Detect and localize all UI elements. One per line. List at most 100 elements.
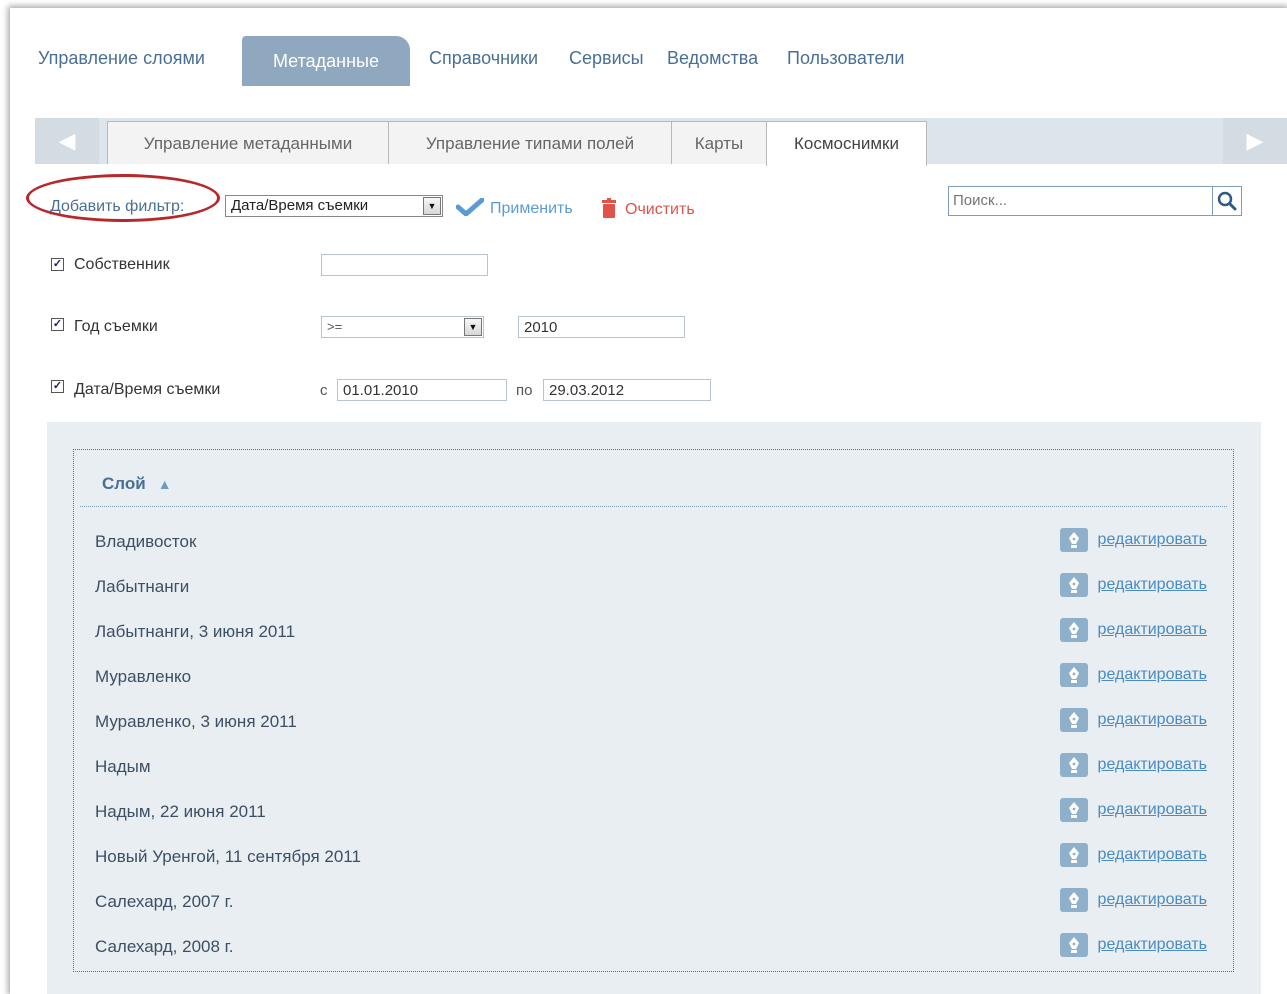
table-row: Новый Уренгой, 11 сентября 2011 редактиро… [74, 843, 1233, 892]
layer-name: Лабытнанги, 3 июня 2011 [95, 622, 296, 641]
pen-nib-icon [1059, 843, 1088, 867]
highlight-ellipse [26, 174, 220, 222]
pen-nib-icon [1059, 753, 1088, 777]
pen-nib-icon [1059, 888, 1088, 912]
edit-link[interactable]: редактировать [1098, 576, 1207, 594]
tab-metadata-management[interactable]: Управление метаданными [107, 121, 389, 164]
table-row: Надым, 22 июня 2011 редактировать [74, 798, 1233, 847]
year-checkbox[interactable]: ✓ [51, 318, 64, 331]
tab-maps[interactable]: Карты [671, 121, 767, 164]
column-header-label: Слой [102, 474, 146, 493]
year-operator-select[interactable]: >= ▼ [321, 316, 484, 338]
year-input[interactable] [518, 316, 685, 338]
pen-nib-icon [1059, 663, 1088, 687]
edit-button[interactable]: редактировать [1059, 888, 1207, 912]
app-window: Управление слоями Метаданные Справочники… [10, 8, 1287, 994]
layers-grid: Слой ▲ Владивосток редактировать Лабытнанги… [73, 449, 1234, 972]
magnifier-icon [1217, 191, 1237, 211]
edit-button[interactable]: редактировать [1059, 843, 1207, 867]
layer-name: Лабытнанги [95, 577, 190, 596]
edit-button[interactable]: редактировать [1059, 798, 1207, 822]
layer-name: Муравленко [95, 667, 192, 686]
table-row: Лабытнанги, 3 июня 2011 редактировать [74, 618, 1233, 667]
tab-field-types[interactable]: Управление типами полей [388, 121, 672, 164]
top-navigation: Управление слоями Метаданные Справочники… [10, 8, 1287, 88]
edit-link[interactable]: редактировать [1098, 666, 1207, 684]
header-separator [80, 506, 1227, 507]
table-row: Владивосток редактировать [74, 528, 1233, 577]
edit-link[interactable]: редактировать [1098, 891, 1207, 909]
layer-name: Муравленко, 3 июня 2011 [95, 712, 297, 731]
table-row: Салехард, 2007 г. редактировать [74, 888, 1233, 937]
edit-link[interactable]: редактировать [1098, 936, 1207, 954]
owner-checkbox[interactable]: ✓ [51, 258, 64, 271]
edit-link[interactable]: редактировать [1098, 531, 1207, 549]
scroll-left-arrow-icon[interactable]: ◀ [35, 118, 99, 164]
filter-type-select[interactable]: Дата/Время съемки ▼ [225, 195, 443, 217]
edit-button[interactable]: редактировать [1059, 663, 1207, 687]
edit-button[interactable]: редактировать [1059, 933, 1207, 957]
layer-name: Владивосток [95, 532, 197, 551]
edit-link[interactable]: редактировать [1098, 756, 1207, 774]
nav-layers[interactable]: Управление слоями [38, 48, 205, 69]
year-label: Год съемки [74, 318, 158, 335]
dropdown-arrow-icon[interactable]: ▼ [423, 197, 441, 215]
nav-departments[interactable]: Ведомства [667, 48, 758, 69]
tab-satellite-images[interactable]: Космоснимки [766, 121, 927, 166]
date-to-input[interactable] [543, 379, 711, 401]
clear-label: Очистить [625, 201, 695, 218]
date-from-label: с [320, 382, 328, 399]
filter-type-value: Дата/Время съемки [231, 197, 369, 214]
table-row: Салехард, 2008 г. редактировать [74, 933, 1233, 982]
owner-label: Собственник [74, 256, 170, 273]
results-panel: Слой ▲ Владивосток редактировать Лабытнанги… [47, 422, 1261, 994]
pen-nib-icon [1059, 933, 1088, 957]
edit-link[interactable]: редактировать [1098, 801, 1207, 819]
sort-ascending-icon: ▲ [157, 476, 172, 492]
nav-metadata-active[interactable]: Метаданные [242, 36, 410, 86]
table-row: Муравленко, 3 июня 2011 редактировать [74, 708, 1233, 757]
edit-link[interactable]: редактировать [1098, 711, 1207, 729]
checkmark-icon [455, 197, 485, 217]
edit-link[interactable]: редактировать [1098, 846, 1207, 864]
owner-input[interactable] [321, 254, 488, 276]
pen-nib-icon [1059, 618, 1088, 642]
date-to-label: по [516, 382, 533, 399]
table-row: Надым редактировать [74, 753, 1233, 802]
layer-name: Новый Уренгой, 11 сентября 2011 [95, 847, 361, 866]
column-header-layer[interactable]: Слой ▲ [102, 474, 172, 494]
edit-button[interactable]: редактировать [1059, 573, 1207, 597]
date-checkbox[interactable]: ✓ [51, 380, 64, 393]
pen-nib-icon [1059, 528, 1088, 552]
layer-name: Салехард, 2008 г. [95, 937, 234, 956]
apply-label: Применить [490, 200, 573, 217]
edit-button[interactable]: редактировать [1059, 528, 1207, 552]
edit-button[interactable]: редактировать [1059, 708, 1207, 732]
trash-icon [602, 198, 616, 218]
search-box [948, 186, 1242, 216]
layer-name: Надым, 22 июня 2011 [95, 802, 266, 821]
date-from-input[interactable] [337, 379, 507, 401]
table-row: Лабытнанги редактировать [74, 573, 1233, 622]
search-input[interactable] [949, 187, 1219, 213]
dropdown-arrow-icon[interactable]: ▼ [464, 318, 482, 336]
table-row: Муравленко редактировать [74, 663, 1233, 712]
nav-services[interactable]: Сервисы [569, 48, 644, 69]
clear-button[interactable]: Очистить [601, 198, 695, 219]
edit-button[interactable]: редактировать [1059, 618, 1207, 642]
search-button[interactable] [1212, 187, 1241, 215]
date-label: Дата/Время съемки [74, 381, 221, 398]
year-operator-value: >= [327, 319, 343, 334]
edit-button[interactable]: редактировать [1059, 753, 1207, 777]
layer-name: Салехард, 2007 г. [95, 892, 234, 911]
pen-nib-icon [1059, 708, 1088, 732]
subtab-strip: ◀ Управление метаданными Управление типа… [35, 118, 1287, 166]
edit-link[interactable]: редактировать [1098, 621, 1207, 639]
nav-references[interactable]: Справочники [429, 48, 538, 69]
scroll-right-arrow-icon[interactable]: ▶ [1223, 118, 1287, 164]
nav-users[interactable]: Пользователи [787, 48, 904, 69]
pen-nib-icon [1059, 798, 1088, 822]
apply-button[interactable]: Применить [455, 197, 573, 218]
layer-name: Надым [95, 757, 151, 776]
pen-nib-icon [1059, 573, 1088, 597]
